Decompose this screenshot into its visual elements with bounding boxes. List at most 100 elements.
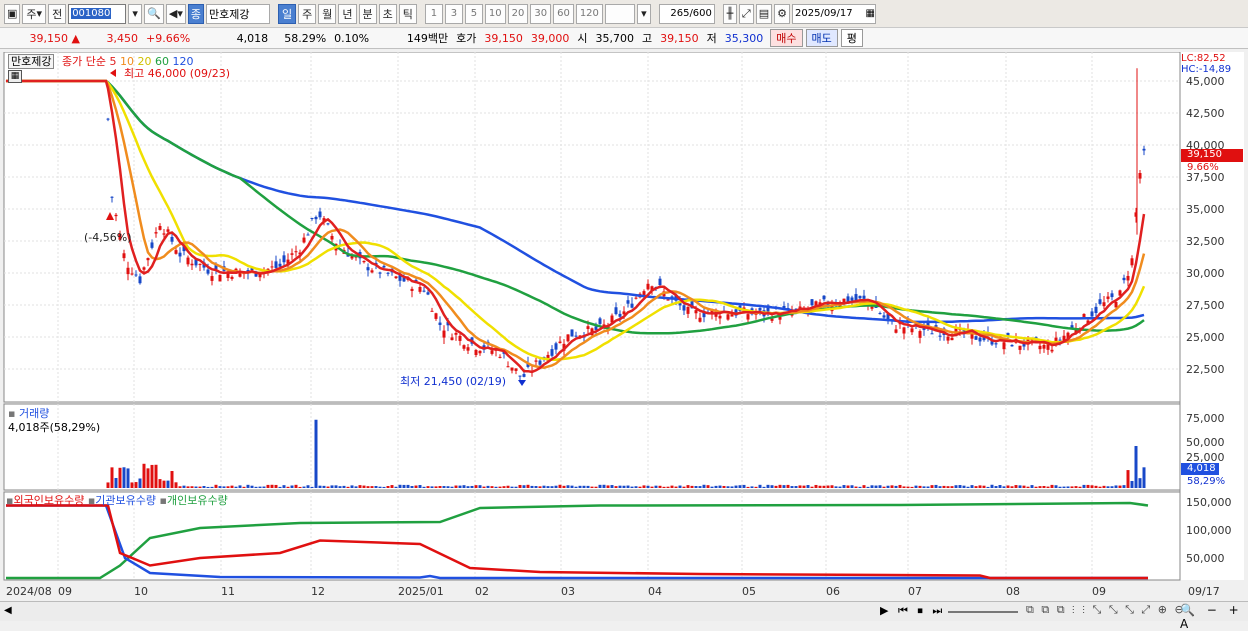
volume-bar [526,484,530,488]
stock-code-input[interactable]: 001080 [68,3,127,24]
type-badge[interactable]: 종 [187,3,204,24]
interval-1[interactable]: 1 [424,3,443,24]
scroll-left-icon[interactable]: ◀ [4,605,12,616]
y-tick: 27,500 [1186,299,1225,312]
volume-bar [994,486,998,488]
gear-icon[interactable]: ⚙ [774,3,790,24]
interval-20[interactable]: 20 [507,3,529,24]
date-input[interactable]: 2025/09/17 ▦ [792,3,876,24]
volume-panel [3,403,1181,491]
zoom-slider[interactable] [948,611,1018,613]
volume-bar [586,485,590,488]
interval-30[interactable]: 30 [530,3,552,24]
volume-bar [686,485,690,488]
tab-year[interactable]: 년 [338,3,357,24]
chart-scrollbar[interactable]: ◀ ▶ ⏮ ⏹ ⏭ ⧉ ⧉ ⧉ ⫶ ⫶ ⤡ ⤡ ⤡ ⤢ ⊕ ⊖ 🔍 − + A [0,601,1248,631]
volume-bar [454,485,458,488]
volume-bar [1066,486,1070,488]
buy-button[interactable]: 매수 [770,29,803,47]
volume-bar [174,482,178,488]
volume-bar [1074,486,1078,488]
search-icon[interactable]: 🔍 [144,3,164,24]
candle-body [478,350,482,354]
candle-body [686,306,690,314]
interval-3[interactable]: 3 [444,3,463,24]
window-icon[interactable]: ▣ [4,3,21,24]
tab-second[interactable]: 초 [378,3,397,24]
volume-bar [714,485,718,488]
period-select-label: 주 [26,7,37,21]
playback-controls[interactable]: ▶ ⏮ ⏹ ⏭ [880,604,945,618]
tab-tick[interactable]: 틱 [398,3,417,24]
volume-bar [658,485,662,488]
x-tick: 09 [1092,585,1106,598]
interval-dropdown-icon[interactable]: ▾ [636,3,651,24]
volume-bar [622,485,626,488]
y-tick: 35,000 [1186,203,1225,216]
volume-bar [242,486,246,488]
candle-body [186,257,190,265]
calendar-icon[interactable]: ▦ [866,8,875,19]
interval-10[interactable]: 10 [484,3,506,24]
candle-body [586,326,590,329]
candle-body [554,343,558,350]
tab-minute[interactable]: 분 [358,3,377,24]
volume-bar [970,485,974,488]
volume-bar [578,485,582,488]
vol-y-tick: 75,000 [1186,412,1225,425]
volume-bar [986,486,990,488]
zoom-controls[interactable]: 🔍 − + A [1180,603,1248,631]
tab-month[interactable]: 월 [318,3,337,24]
candle-body [1038,345,1042,350]
volume-bar [778,484,782,488]
lc-value: LC:82,52 [1181,53,1226,64]
interval-custom[interactable] [604,3,635,24]
volume-bar [734,485,738,488]
bid-price: 39,150 [484,31,523,45]
interval-120[interactable]: 120 [575,3,603,24]
candle-body [550,349,554,356]
draw-icon[interactable]: ⤢ [738,3,754,24]
candle-body [938,335,942,337]
save-icon[interactable]: ▤ [755,3,773,24]
count-input[interactable]: 265/600 [658,3,715,24]
candle-body [974,336,978,340]
interval-60[interactable]: 60 [553,3,574,24]
volume-bar [470,485,474,488]
volume-bar [518,484,522,488]
volume-bar [606,485,610,488]
candle-body [302,237,306,243]
volume-bar [922,486,926,488]
volume-bar [966,486,970,488]
avg-button[interactable]: 평 [840,29,863,47]
volume-bar [234,486,238,488]
code-dropdown-icon[interactable]: ▾ [128,3,143,24]
candle-body [658,278,662,286]
speaker-icon[interactable]: ◀▾ [165,3,186,24]
candle-icon[interactable]: ╫ [722,3,737,24]
chart-tools[interactable]: ⧉ ⧉ ⧉ ⫶ ⫶ ⤡ ⤡ ⤡ ⤢ ⊕ ⊖ [1026,603,1186,617]
volume-pct: 58.29% [284,31,327,45]
period-select[interactable]: 주 ▾ [22,3,47,24]
candle-body [902,327,906,334]
volume-bar [642,485,646,488]
interval-5[interactable]: 5 [464,3,483,24]
volume-bar [566,485,570,488]
volume-bar [662,486,666,488]
volume-bar [774,485,778,488]
volume-bar [522,485,526,488]
prev-button[interactable]: 전 [48,3,67,24]
volume-bar [386,486,390,488]
volume-bar [886,485,890,488]
volume-bar [594,486,598,488]
candle-body [694,310,698,314]
volume-bar [302,486,306,488]
y-tick: 40,000 [1186,139,1225,152]
volume-bar [830,485,834,488]
tab-week[interactable]: 주 [298,3,317,24]
candle-body [498,356,502,358]
tab-day[interactable]: 일 [278,3,297,24]
stock-chart[interactable] [0,52,1248,603]
sell-button[interactable]: 매도 [805,29,838,47]
table-icon[interactable]: ▦ [8,70,22,83]
